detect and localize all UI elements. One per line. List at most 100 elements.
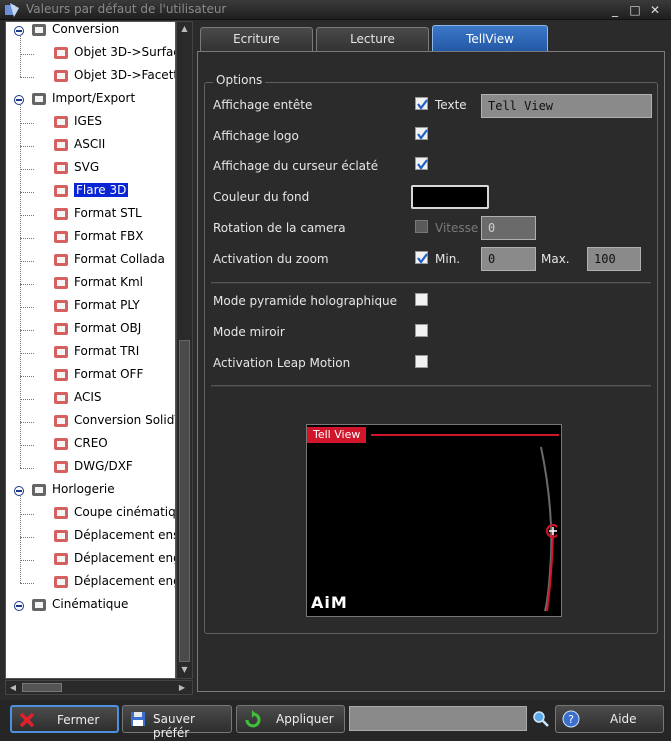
tree-item[interactable]: Flare 3D bbox=[6, 181, 175, 203]
tree-item[interactable]: DWG/DXF bbox=[6, 457, 175, 479]
tree-item[interactable]: ASCII bbox=[6, 135, 175, 157]
horlogerie-icon bbox=[30, 481, 48, 499]
tree-item[interactable]: CREO bbox=[6, 434, 175, 456]
header-text-field[interactable]: Tell View bbox=[481, 94, 652, 118]
tree-item[interactable]: Cinématique bbox=[6, 595, 175, 617]
minimize-icon[interactable]: _ bbox=[608, 3, 622, 17]
scroll-up-icon[interactable]: ▲ bbox=[179, 23, 190, 35]
save-preferences-button[interactable]: Sauver préfér bbox=[122, 705, 232, 740]
tree-connector bbox=[20, 537, 34, 538]
tree-item[interactable]: Coupe cinématiqu bbox=[6, 503, 175, 525]
preview-zoom-slider bbox=[540, 446, 557, 612]
options-separator bbox=[211, 282, 651, 284]
tree-item[interactable]: Déplacement eng bbox=[6, 572, 175, 594]
tree-item-label: Format PLY bbox=[74, 298, 140, 312]
tree-view[interactable]: Conversion Objet 3D->Surfac Objet 3D->Face… bbox=[5, 21, 176, 679]
dwg-icon bbox=[52, 458, 70, 476]
tree-item[interactable]: Déplacement ens bbox=[6, 526, 175, 548]
tree-item[interactable]: Objet 3D->Facett bbox=[6, 66, 175, 88]
stl-icon bbox=[52, 205, 70, 223]
tree-expander-icon[interactable] bbox=[14, 486, 24, 496]
tree-item[interactable]: Format OBJ bbox=[6, 319, 175, 341]
close-icon[interactable]: ✕ bbox=[648, 3, 662, 17]
background-color-button[interactable] bbox=[411, 185, 489, 209]
title-bar: Valeurs par défaut de l'utilisateur _ □ … bbox=[0, 0, 671, 20]
tree-item[interactable]: Format Collada bbox=[6, 250, 175, 272]
scroll-left-icon[interactable]: ◀ bbox=[7, 681, 19, 694]
tree-item[interactable]: Conversion SolidV bbox=[6, 411, 175, 433]
preview-header-tag: Tell View bbox=[307, 427, 367, 443]
leap-motion-checkbox[interactable] bbox=[415, 355, 428, 368]
tree-item[interactable]: Format TRI bbox=[6, 342, 175, 364]
tree-item[interactable]: SVG bbox=[6, 158, 175, 180]
tree-item[interactable]: Format STL bbox=[6, 204, 175, 226]
tab-lecture[interactable]: Lecture bbox=[316, 27, 429, 51]
svg-text:?: ? bbox=[568, 713, 574, 726]
tab-tellview[interactable]: TellView bbox=[432, 25, 548, 51]
zoom-activation-checkbox[interactable] bbox=[415, 251, 428, 264]
floppy-disk-icon bbox=[131, 712, 145, 726]
scroll-down-icon[interactable]: ▼ bbox=[179, 664, 190, 676]
tree-connector bbox=[20, 468, 34, 469]
tree-item[interactable]: Déplacement eng bbox=[6, 549, 175, 571]
tree-item[interactable]: Horlogerie bbox=[6, 480, 175, 502]
tree-item-label: CREO bbox=[74, 436, 108, 450]
facet-icon bbox=[52, 67, 70, 85]
preview-logo: AiM bbox=[311, 593, 348, 612]
scroll-thumb[interactable] bbox=[179, 340, 190, 662]
logo-display-label: Affichage logo bbox=[213, 129, 299, 143]
tree-item-label: Format OFF bbox=[74, 367, 144, 381]
scroll-right-icon[interactable]: ▶ bbox=[176, 681, 188, 694]
ply-icon bbox=[52, 297, 70, 315]
apply-button[interactable]: Appliquer bbox=[236, 705, 345, 733]
tree-item[interactable]: Import/Export bbox=[6, 89, 175, 111]
camera-rotation-checkbox[interactable] bbox=[415, 220, 428, 233]
tree-item-label: Format FBX bbox=[74, 229, 144, 243]
maximize-icon[interactable]: □ bbox=[628, 3, 642, 17]
tree-connector bbox=[20, 123, 34, 124]
close-red-x-icon bbox=[19, 712, 35, 728]
header-text-label: Texte bbox=[435, 98, 467, 112]
tree-vertical-scrollbar[interactable]: ▲ ▼ bbox=[176, 21, 193, 679]
tree-connector bbox=[20, 514, 34, 515]
tree-horizontal-scrollbar[interactable]: ◀ ▶ bbox=[5, 680, 193, 695]
logo-display-checkbox[interactable] bbox=[415, 127, 428, 140]
tree-item[interactable]: Conversion bbox=[6, 22, 175, 42]
search-icon[interactable] bbox=[532, 710, 550, 728]
tree-expander-icon[interactable] bbox=[14, 26, 24, 36]
tree-item[interactable]: Format OFF bbox=[6, 365, 175, 387]
window-title: Valeurs par défaut de l'utilisateur bbox=[26, 2, 227, 16]
speed-field[interactable]: 0 bbox=[481, 216, 536, 240]
tree-connector bbox=[20, 261, 34, 262]
zoom-min-label: Min. bbox=[435, 252, 461, 266]
mirror-mode-checkbox[interactable] bbox=[415, 324, 428, 337]
close-button[interactable]: Fermer bbox=[10, 705, 119, 733]
tree-item-label: Flare 3D bbox=[74, 183, 129, 197]
tree-item[interactable]: Format PLY bbox=[6, 296, 175, 318]
tree-item[interactable]: IGES bbox=[6, 112, 175, 134]
header-display-checkbox[interactable] bbox=[415, 97, 428, 110]
tree-item-label: Format Kml bbox=[74, 275, 143, 289]
tab-ecriture[interactable]: Ecriture bbox=[200, 27, 313, 51]
zoom-min-field[interactable]: 0 bbox=[481, 247, 536, 271]
kinematics-icon bbox=[30, 596, 48, 614]
mirror-mode-label: Mode miroir bbox=[213, 325, 285, 339]
tree-item[interactable]: Objet 3D->Surfac bbox=[6, 43, 175, 65]
holographic-pyramid-checkbox[interactable] bbox=[415, 293, 428, 306]
tree-expander-icon[interactable] bbox=[14, 95, 24, 105]
exploded-cursor-checkbox[interactable] bbox=[415, 157, 428, 170]
help-button[interactable]: ? Aide bbox=[555, 705, 664, 733]
tree-expander-icon[interactable] bbox=[14, 601, 24, 611]
search-input[interactable] bbox=[349, 706, 527, 731]
zoom-max-field[interactable]: 100 bbox=[587, 247, 641, 271]
collada-icon bbox=[52, 251, 70, 269]
preview-separator bbox=[211, 385, 651, 387]
tree-item[interactable]: Format Kml bbox=[6, 273, 175, 295]
tree-item-label: Format TRI bbox=[74, 344, 140, 358]
scroll-thumb-horizontal[interactable] bbox=[22, 683, 62, 692]
tree-item[interactable]: Format FBX bbox=[6, 227, 175, 249]
surface-icon bbox=[52, 44, 70, 62]
tree-connector bbox=[20, 238, 34, 239]
zoom-max-label: Max. bbox=[541, 252, 570, 266]
tree-item[interactable]: ACIS bbox=[6, 388, 175, 410]
